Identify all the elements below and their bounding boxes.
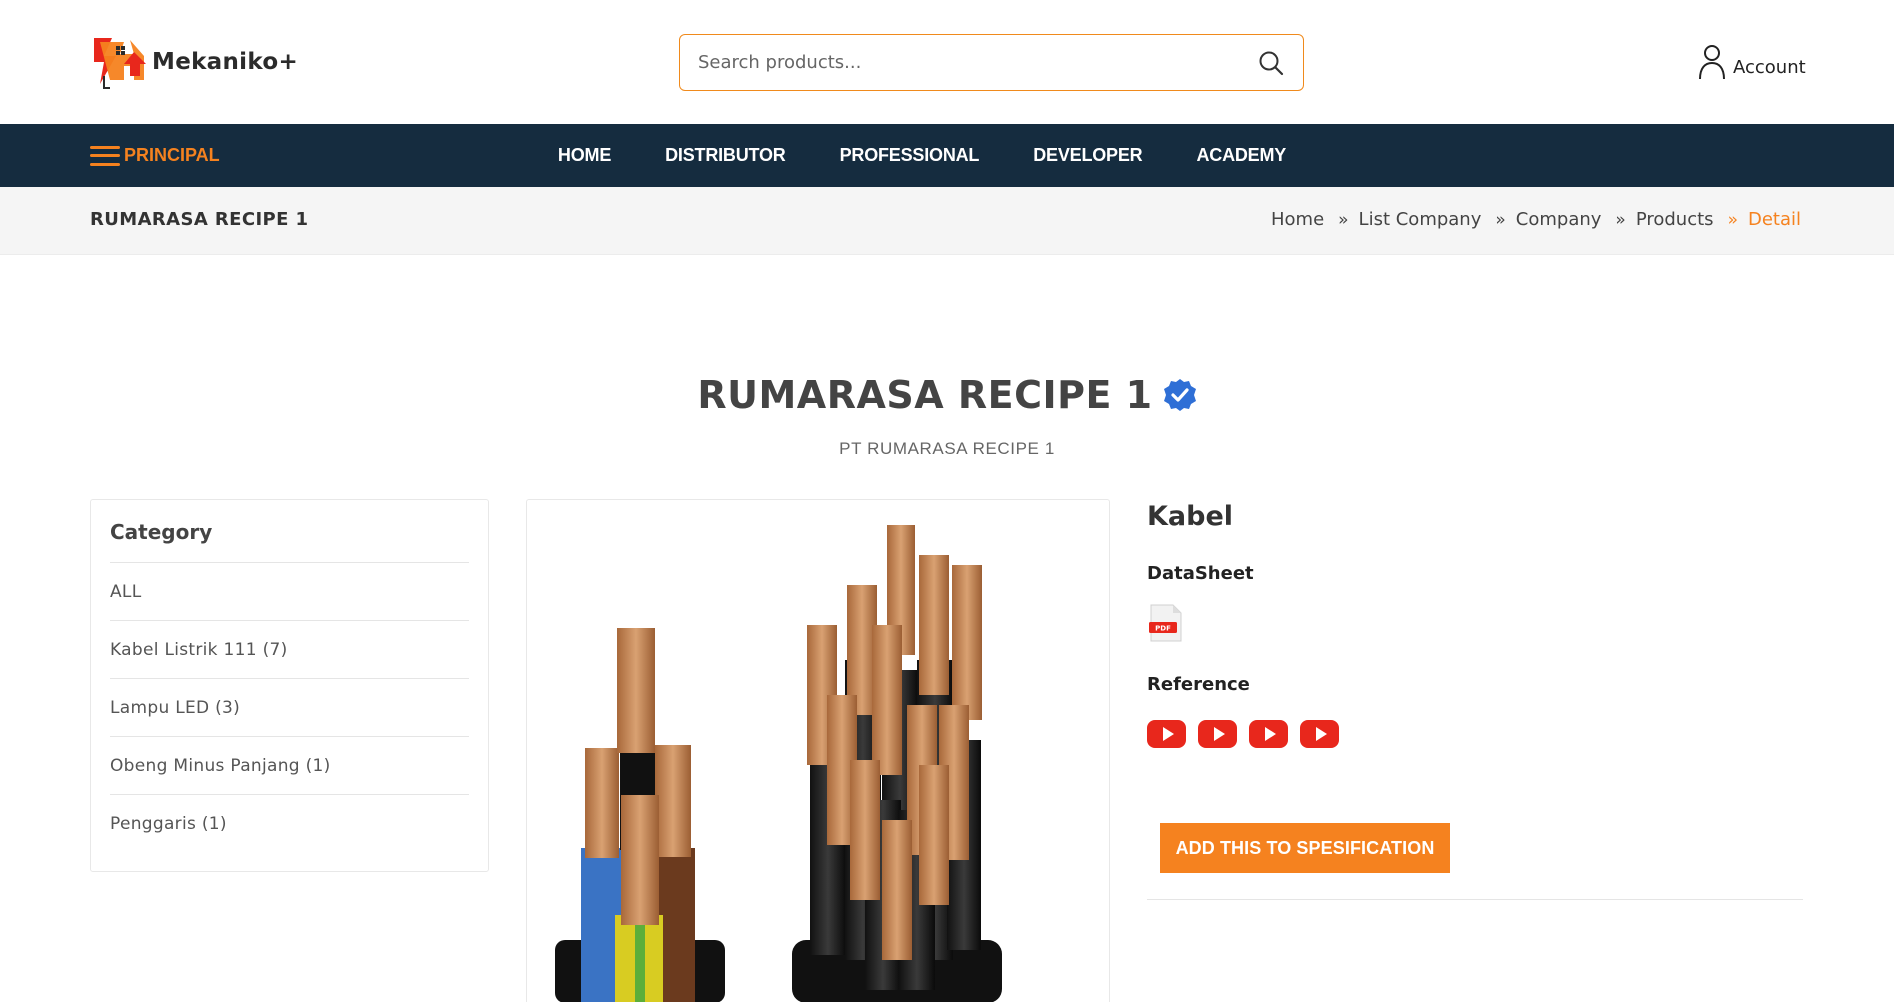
product-name: Kabel xyxy=(1147,501,1234,532)
company-legal-name: PT RUMARASA RECIPE 1 xyxy=(839,439,1055,458)
youtube-icon[interactable] xyxy=(1147,720,1186,748)
search-icon[interactable] xyxy=(1257,49,1285,77)
product-image-cable[interactable] xyxy=(527,500,1110,1002)
chevron-right-icon: » xyxy=(1495,209,1506,230)
breadcrumb-list-company[interactable]: List Company xyxy=(1359,209,1482,230)
page-title: RUMARASA RECIPE 1 xyxy=(90,209,309,230)
page-header-bar: RUMARASA RECIPE 1 Home » List Company » … xyxy=(0,187,1894,255)
nav-menu: HOME DISTRIBUTOR PROFESSIONAL DEVELOPER … xyxy=(0,124,1894,187)
account-link[interactable]: Account xyxy=(1697,44,1806,80)
chevron-right-icon: » xyxy=(1338,209,1349,230)
company-title: RUMARASA RECIPE 1 xyxy=(697,373,1196,417)
nav-item-professional[interactable]: PROFESSIONAL xyxy=(813,145,1007,166)
principal-label: PRINCIPAL xyxy=(124,145,220,165)
pdf-icon[interactable]: PDF xyxy=(1147,603,1185,643)
add-to-specification-button[interactable]: ADD THIS TO SPESIFICATION xyxy=(1160,823,1450,873)
search-input[interactable] xyxy=(698,52,1257,73)
category-item-obeng[interactable]: Obeng Minus Panjang (1) xyxy=(110,737,469,795)
category-item-all[interactable]: ALL xyxy=(110,563,469,621)
user-icon xyxy=(1699,45,1725,80)
verified-badge-icon xyxy=(1163,379,1196,411)
company-heading: RUMARASA RECIPE 1 PT RUMARASA RECIPE 1 xyxy=(0,373,1894,459)
nav-item-academy[interactable]: ACADEMY xyxy=(1169,145,1313,166)
nav-item-developer[interactable]: DEVELOPER xyxy=(1006,145,1169,166)
category-item-penggaris[interactable]: Penggaris (1) xyxy=(110,795,469,853)
main-nav: HOME DISTRIBUTOR PROFESSIONAL DEVELOPER … xyxy=(0,124,1894,187)
product-image-card xyxy=(526,499,1110,1002)
nav-item-distributor[interactable]: DISTRIBUTOR xyxy=(638,145,812,166)
site-header: Mekaniko+ Account xyxy=(0,0,1894,124)
product-info: Kabel DataSheet PDF Reference ADD THIS T… xyxy=(1147,499,1803,900)
youtube-icon[interactable] xyxy=(1300,720,1339,748)
youtube-icon[interactable] xyxy=(1249,720,1288,748)
logo-icon xyxy=(94,38,146,89)
datasheet-label: DataSheet xyxy=(1147,563,1254,584)
breadcrumb: Home » List Company » Company » Products… xyxy=(1271,209,1801,230)
reference-links xyxy=(1147,720,1339,748)
category-list: ALL Kabel Listrik 111 (7) Lampu LED (3) … xyxy=(110,563,469,853)
principal-menu-toggle[interactable]: PRINCIPAL xyxy=(90,124,220,187)
nav-item-home[interactable]: HOME xyxy=(531,145,638,166)
divider xyxy=(1147,899,1803,900)
chevron-right-icon: » xyxy=(1615,209,1626,230)
brand-name: Mekaniko+ xyxy=(152,49,299,75)
hamburger-icon xyxy=(90,145,120,166)
search-box xyxy=(679,34,1304,91)
brand-logo[interactable]: Mekaniko+ xyxy=(90,32,298,92)
pdf-icon-label: PDF xyxy=(1155,625,1171,633)
category-item-kabel-listrik[interactable]: Kabel Listrik 111 (7) xyxy=(110,621,469,679)
youtube-icon[interactable] xyxy=(1198,720,1237,748)
company-name: RUMARASA RECIPE 1 xyxy=(697,373,1153,417)
breadcrumb-products[interactable]: Products xyxy=(1636,209,1714,230)
chevron-right-icon: » xyxy=(1727,209,1738,230)
breadcrumb-company[interactable]: Company xyxy=(1516,209,1602,230)
breadcrumb-home[interactable]: Home xyxy=(1271,209,1324,230)
breadcrumb-detail: Detail xyxy=(1747,209,1801,230)
category-heading: Category xyxy=(110,516,469,563)
category-item-lampu-led[interactable]: Lampu LED (3) xyxy=(110,679,469,737)
reference-label: Reference xyxy=(1147,674,1250,695)
category-panel: Category ALL Kabel Listrik 111 (7) Lampu… xyxy=(90,499,489,872)
account-label: Account xyxy=(1733,56,1806,78)
